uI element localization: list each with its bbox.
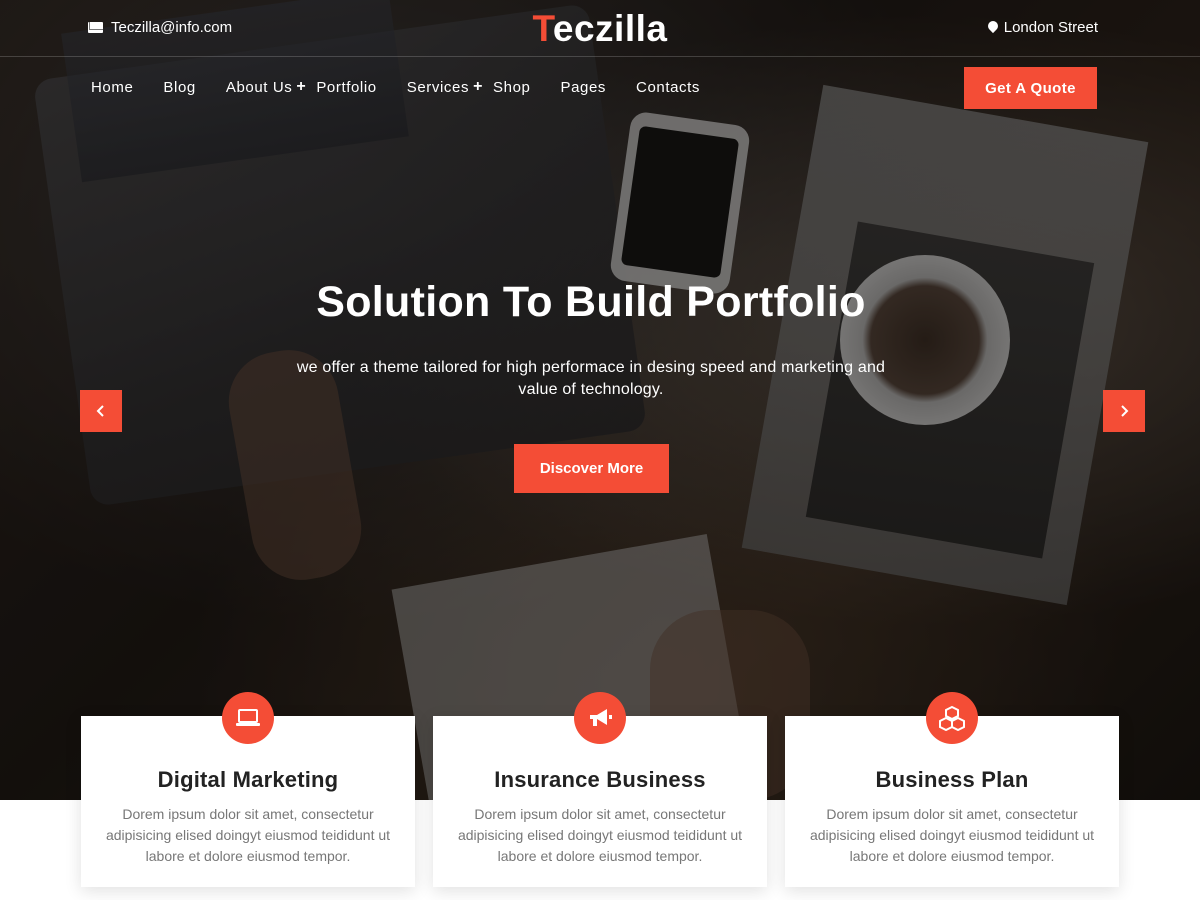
feature-card-text: Dorem ipsum dolor sit amet, consectetur … — [809, 806, 1095, 864]
get-a-quote-button[interactable]: Get A Quote — [964, 67, 1097, 109]
feature-card-title: Business Plan — [875, 767, 1029, 792]
logo-accent-letter: T — [532, 8, 553, 49]
top-bar: Teczilla@info.com Teczilla London Street — [0, 0, 1200, 57]
nav-item-label: Pages — [560, 78, 607, 96]
laptop-icon — [236, 709, 260, 726]
feature-icon-circle — [222, 692, 274, 744]
hero-subtitle: we offer a theme tailored for high perfo… — [296, 359, 886, 398]
nav-item-label: Blog — [163, 78, 196, 96]
logo-text: eczilla — [552, 8, 668, 49]
feature-card-text: Dorem ipsum dolor sit amet, consectetur … — [105, 806, 391, 864]
chevron-right-icon — [1121, 405, 1129, 417]
slider-prev-button[interactable] — [80, 390, 122, 432]
nav-item-label: About Us — [225, 78, 293, 96]
nav-item-contacts[interactable]: Contacts — [636, 79, 700, 96]
plus-icon: + — [473, 78, 484, 95]
nav-item-blog[interactable]: Blog — [163, 79, 195, 96]
plus-icon: + — [296, 78, 307, 95]
nav-item-services[interactable]: Services + — [407, 78, 483, 96]
main-nav: Home Blog About Us + Portfolio Services + … — [91, 78, 730, 96]
chevron-left-icon — [96, 405, 104, 417]
nav-item-pages[interactable]: Pages — [560, 79, 606, 96]
slider-next-button[interactable] — [1103, 390, 1145, 432]
nav-item-label: Shop — [493, 78, 531, 96]
feature-card-title: Insurance Business — [494, 767, 706, 792]
cubes-icon — [939, 705, 965, 731]
feature-card-text: Dorem ipsum dolor sit amet, consectetur … — [457, 806, 743, 864]
feature-icon-circle — [926, 692, 978, 744]
feature-card-title: Digital Marketing — [157, 767, 339, 792]
discover-more-button[interactable]: Discover More — [514, 444, 669, 493]
megaphone-icon — [590, 709, 612, 726]
map-pin-icon — [988, 21, 998, 35]
nav-item-label: Contacts — [636, 78, 701, 96]
nav-item-label: Services — [406, 78, 470, 96]
contact-location: London Street — [988, 19, 1098, 36]
nav-item-portfolio[interactable]: Portfolio — [316, 79, 376, 96]
hero-title: Solution To Build Portfolio — [316, 278, 866, 326]
nav-item-home[interactable]: Home — [91, 79, 133, 96]
nav-item-shop[interactable]: Shop — [493, 79, 530, 96]
nav-item-label: Portfolio — [316, 78, 377, 96]
nav-item-label: Home — [91, 78, 134, 96]
feature-icon-circle — [574, 692, 626, 744]
contact-location-text: London Street — [1003, 19, 1098, 36]
nav-item-about-us[interactable]: About Us + — [226, 78, 306, 96]
